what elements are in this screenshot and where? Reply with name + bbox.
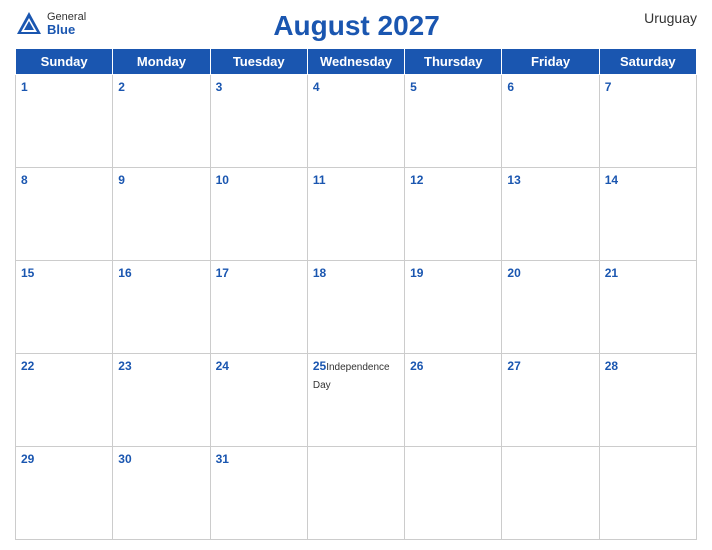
weekday-header-row: Sunday Monday Tuesday Wednesday Thursday…	[16, 49, 697, 75]
month-title: August 2027	[273, 10, 440, 41]
week-row-3: 22 23 24 25Independence Day 26 27 28	[16, 354, 697, 447]
header-sunday: Sunday	[16, 49, 113, 75]
day-number: 2	[118, 80, 125, 94]
day-number: 29	[21, 452, 34, 466]
day-cell	[599, 447, 696, 540]
day-number: 25	[313, 359, 326, 373]
day-cell: 7	[599, 75, 696, 168]
day-number: 20	[507, 266, 520, 280]
day-cell: 1	[16, 75, 113, 168]
day-cell: 9	[113, 168, 210, 261]
day-number: 18	[313, 266, 326, 280]
day-cell: 27	[502, 354, 599, 447]
header-monday: Monday	[113, 49, 210, 75]
day-number: 17	[216, 266, 229, 280]
day-number: 12	[410, 173, 423, 187]
day-cell: 26	[405, 354, 502, 447]
day-number: 30	[118, 452, 131, 466]
day-cell	[502, 447, 599, 540]
day-number: 5	[410, 80, 417, 94]
week-row-1: 8 9 10 11 12 13 14	[16, 168, 697, 261]
header-thursday: Thursday	[405, 49, 502, 75]
calendar-body: 1234567891011121314151617181920212223242…	[16, 75, 697, 540]
day-cell: 17	[210, 261, 307, 354]
day-number: 6	[507, 80, 514, 94]
header-row: General Blue August 2027 Uruguay	[15, 10, 697, 42]
day-cell: 5	[405, 75, 502, 168]
day-cell: 18	[307, 261, 404, 354]
day-cell: 21	[599, 261, 696, 354]
header-wednesday: Wednesday	[307, 49, 404, 75]
day-number: 27	[507, 359, 520, 373]
day-number: 14	[605, 173, 618, 187]
day-cell: 22	[16, 354, 113, 447]
day-cell: 15	[16, 261, 113, 354]
logo-text: General Blue	[47, 12, 86, 36]
day-number: 19	[410, 266, 423, 280]
day-number: 21	[605, 266, 618, 280]
day-cell: 13	[502, 168, 599, 261]
day-number: 28	[605, 359, 618, 373]
logo-area: General Blue	[15, 10, 86, 38]
day-number: 1	[21, 80, 28, 94]
calendar-wrapper: General Blue August 2027 Uruguay Sunday …	[0, 0, 712, 550]
day-number: 24	[216, 359, 229, 373]
day-number: 3	[216, 80, 223, 94]
day-number: 7	[605, 80, 612, 94]
week-row-4: 29 30 31	[16, 447, 697, 540]
day-cell: 19	[405, 261, 502, 354]
day-number: 22	[21, 359, 34, 373]
day-number: 31	[216, 452, 229, 466]
day-cell	[307, 447, 404, 540]
day-number: 23	[118, 359, 131, 373]
day-cell: 23	[113, 354, 210, 447]
logo-icon	[15, 10, 43, 38]
country-label: Uruguay	[627, 10, 697, 26]
day-cell: 24	[210, 354, 307, 447]
day-number: 13	[507, 173, 520, 187]
day-cell: 6	[502, 75, 599, 168]
day-cell: 8	[16, 168, 113, 261]
header-friday: Friday	[502, 49, 599, 75]
day-cell: 2	[113, 75, 210, 168]
day-number: 26	[410, 359, 423, 373]
header-tuesday: Tuesday	[210, 49, 307, 75]
day-cell: 11	[307, 168, 404, 261]
header-saturday: Saturday	[599, 49, 696, 75]
day-cell	[405, 447, 502, 540]
day-cell: 16	[113, 261, 210, 354]
week-row-0: 1 2 3 4 5 6 7	[16, 75, 697, 168]
day-number: 9	[118, 173, 125, 187]
day-cell: 14	[599, 168, 696, 261]
day-cell: 12	[405, 168, 502, 261]
day-cell: 30	[113, 447, 210, 540]
day-cell: 29	[16, 447, 113, 540]
logo-blue-label: Blue	[47, 23, 86, 36]
day-number: 15	[21, 266, 34, 280]
day-cell: 3	[210, 75, 307, 168]
week-row-2: 15 16 17 18 19 20 21	[16, 261, 697, 354]
day-cell: 10	[210, 168, 307, 261]
day-number: 4	[313, 80, 320, 94]
day-cell: 4	[307, 75, 404, 168]
calendar-table: Sunday Monday Tuesday Wednesday Thursday…	[15, 48, 697, 540]
day-cell: 31	[210, 447, 307, 540]
day-cell: 20	[502, 261, 599, 354]
day-cell: 28	[599, 354, 696, 447]
day-number: 8	[21, 173, 28, 187]
day-cell: 25Independence Day	[307, 354, 404, 447]
day-number: 16	[118, 266, 131, 280]
day-number: 10	[216, 173, 229, 187]
title-area: August 2027	[86, 10, 627, 42]
day-number: 11	[313, 173, 326, 187]
